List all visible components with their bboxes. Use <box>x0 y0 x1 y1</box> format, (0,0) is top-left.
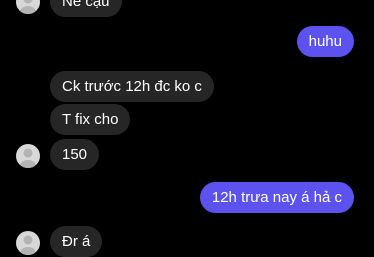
person-icon <box>20 148 36 168</box>
message-bubble-incoming[interactable]: 150 <box>50 139 100 170</box>
person-icon <box>20 0 36 14</box>
message-bubble-outgoing[interactable]: 12h trưa nay á hả c <box>199 182 354 213</box>
contact-avatar[interactable] <box>16 0 40 14</box>
message-bubble-outgoing[interactable]: huhu <box>296 26 354 57</box>
contact-avatar[interactable] <box>16 231 40 255</box>
message-bubble-incoming[interactable]: Ck trước 12h đc ko c <box>50 71 214 102</box>
message-bubble-incoming[interactable]: Nè cậu <box>50 0 122 17</box>
person-icon <box>20 235 36 255</box>
chat-thread[interactable]: Nè cậu huhu Ck trước 12h đc ko c T fix c… <box>0 0 374 257</box>
message-bubble-incoming[interactable]: Đr á <box>50 226 103 257</box>
contact-avatar[interactable] <box>16 144 40 168</box>
message-bubble-incoming[interactable]: T fix cho <box>50 104 131 135</box>
